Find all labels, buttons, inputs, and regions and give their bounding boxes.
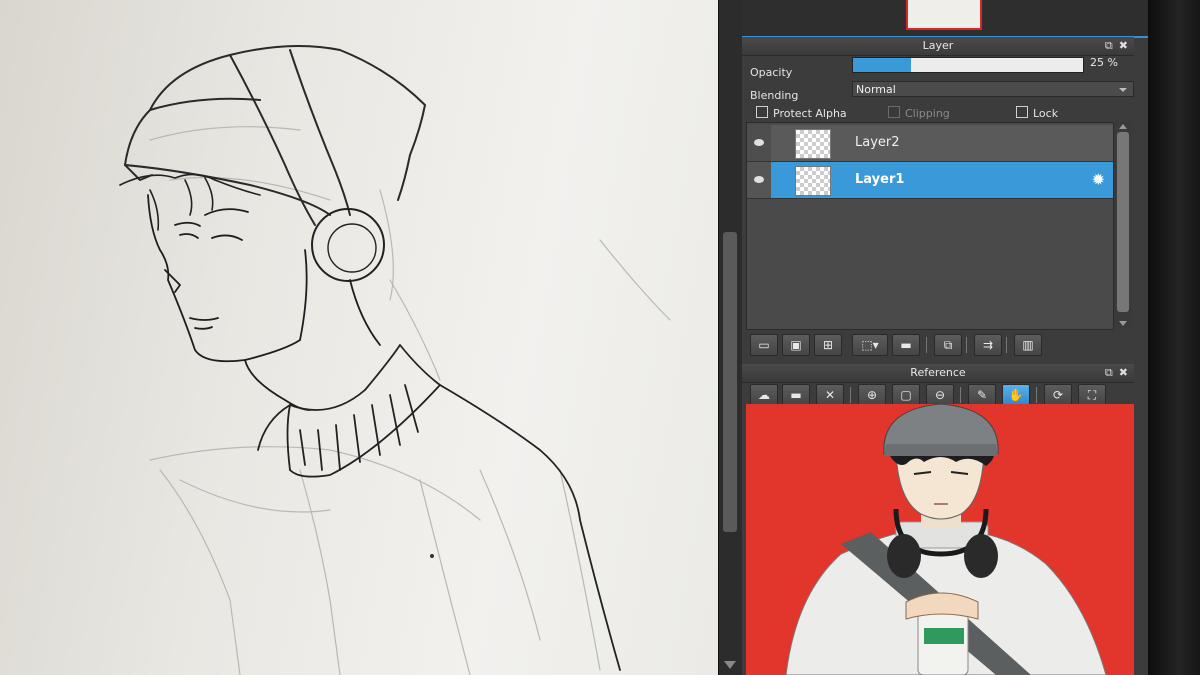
folder-button[interactable]: ▬ [892,334,920,356]
delete-layer-button[interactable]: ▥ [1014,334,1042,356]
layer-name: Layer1 [855,172,905,187]
folder-icon: ▬ [900,338,912,352]
toolbar-divider [850,387,851,403]
navigator-panel [742,0,1148,38]
eye-icon [754,176,764,183]
monitor-bezel [1148,0,1200,675]
close-icon: ✕ [824,388,836,402]
scroll-down-arrow-icon[interactable] [1119,321,1127,326]
duplicate-icon: ⧉ [943,338,953,352]
side-panel: Layer ⧉ ✖ Opacity 25 % Blending Normal Pr… [742,0,1148,675]
chevron-down-icon [1119,88,1127,92]
blending-value: Normal [856,83,896,96]
visibility-toggle[interactable] [747,162,771,198]
open-reference-button[interactable]: ☁ [750,384,778,406]
folder-button[interactable]: ▬ [782,384,810,406]
undock-icon[interactable]: ⧉ [1105,39,1113,52]
new-layer-icon: ▭ [758,338,770,352]
folder-icon: ▬ [790,388,802,402]
layer-row-layer1[interactable]: Layer1 ✹ [747,162,1113,199]
layer-toolbar: ▭ ▣ ⊞ ⬚▾ ▬ ⧉ ⇉ ▥ [746,334,1138,356]
layer-thumbnail [795,166,831,196]
layer-panel-header: Layer ⧉ ✖ [742,37,1134,56]
delete-layer-icon: ▥ [1022,338,1034,352]
navigator-preview[interactable] [906,0,982,30]
fullscreen-icon: ⛶ [1087,388,1097,402]
sketch-drawing [119,45,671,675]
reference-panel-title: Reference [910,366,966,379]
new-layer-alt-button[interactable]: ⊞ [814,334,842,356]
layer-row-layer2[interactable]: Layer2 [747,125,1113,162]
clipping-label: Clipping [905,107,950,120]
new-color-layer-icon: ▣ [790,338,802,352]
merge-button[interactable]: ⇉ [974,334,1002,356]
blending-label: Blending [750,89,799,102]
reference-toolbar: ☁ ▬ ✕ ⊕ ▢ ⊖ ✎ ✋ ⟳ ⛶ [746,384,1138,406]
layer-panel-title: Layer [922,39,954,52]
canvas-scroll-thumb[interactable] [723,232,737,532]
lock-label: Lock [1033,107,1059,120]
reference-image-area[interactable] [746,404,1134,675]
rotate-icon: ⟳ [1052,388,1064,402]
scroll-up-arrow-icon[interactable] [1119,124,1127,129]
protect-alpha-checkbox[interactable]: Protect Alpha [756,106,847,120]
toolbar-divider [966,337,967,353]
hand-icon: ✋ [1008,388,1024,402]
add-menu-button[interactable]: ⬚▾ [852,334,888,356]
opacity-value: 25 % [1090,56,1118,69]
clipping-checkbox[interactable]: Clipping [888,106,950,120]
new-layer-button[interactable]: ▭ [750,334,778,356]
eye-icon [754,139,764,146]
gear-icon[interactable]: ✹ [1092,170,1105,189]
add-menu-icon: ⬚▾ [861,338,879,352]
drawing-canvas[interactable] [0,0,718,675]
open-icon: ☁ [758,388,770,402]
zoom-out-button[interactable]: ⊖ [926,384,954,406]
reference-image [785,404,1107,675]
hand-tool-button[interactable]: ✋ [1002,384,1030,406]
checkbox-icon [756,106,768,118]
zoom-out-icon: ⊖ [934,388,946,402]
opacity-slider[interactable] [852,57,1084,73]
lock-checkbox[interactable]: Lock [1016,106,1058,120]
layer-thumbnail [795,129,831,159]
toolbar-divider [1006,337,1007,353]
duplicate-button[interactable]: ⧉ [934,334,962,356]
layer-scroll-thumb[interactable] [1117,132,1129,312]
close-reference-button[interactable]: ✕ [816,384,844,406]
toolbar-divider [926,337,927,353]
zoom-in-button[interactable]: ⊕ [858,384,886,406]
opacity-label: Opacity [750,66,793,79]
new-color-layer-button[interactable]: ▣ [782,334,810,356]
visibility-toggle[interactable] [747,125,771,161]
toolbar-divider [960,387,961,403]
rotate-button[interactable]: ⟳ [1044,384,1072,406]
toolbar-divider [1036,387,1037,403]
canvas-scrollbar[interactable] [718,0,743,675]
opacity-slider-fill [853,58,911,72]
scroll-down-arrow-icon[interactable] [724,661,736,669]
close-icon[interactable]: ✖ [1119,39,1128,52]
merge-icon: ⇉ [982,338,994,352]
close-icon[interactable]: ✖ [1119,366,1128,379]
layer-name: Layer2 [855,135,900,150]
layer-list-scrollbar[interactable] [1114,122,1132,328]
layer-list: Layer2 Layer1 ✹ [746,122,1114,330]
protect-alpha-label: Protect Alpha [773,107,847,120]
zoom-in-icon: ⊕ [866,388,878,402]
eyedropper-button[interactable]: ✎ [968,384,996,406]
undock-icon[interactable]: ⧉ [1105,366,1113,379]
checkbox-icon [1016,106,1028,118]
reference-panel-header: Reference ⧉ ✖ [742,364,1134,383]
checkbox-icon [888,106,900,118]
fullscreen-button[interactable]: ⛶ [1078,384,1106,406]
fit-button[interactable]: ▢ [892,384,920,406]
eyedropper-icon: ✎ [976,388,988,402]
fit-icon: ▢ [900,388,912,402]
blending-select[interactable]: Normal [852,81,1134,97]
new-layer-alt-icon: ⊞ [822,338,834,352]
